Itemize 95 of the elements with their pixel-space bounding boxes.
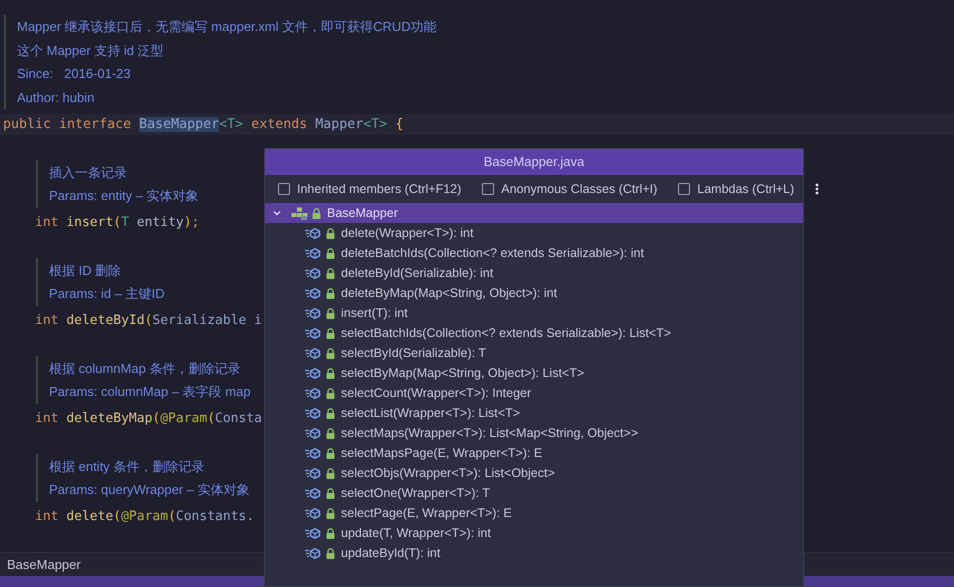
- tree-item[interactable]: selectList(Wrapper<T>): List<T>: [265, 403, 803, 423]
- method-signature: selectCount(Wrapper<T>): Integer: [341, 384, 532, 402]
- doc-text: Author: hubin: [17, 88, 96, 106]
- lock-icon: [326, 408, 335, 418]
- code-line: int delete(@Param(Constants.: [35, 508, 254, 526]
- tree-item[interactable]: selectBatchIds(Collection<? extends Serializable>): List<T>: [265, 323, 803, 343]
- class-name: BaseMapper: [327, 204, 398, 222]
- lock-icon: [326, 528, 335, 538]
- method-icon: [305, 288, 321, 298]
- method-signature: selectOne(Wrapper<T>): T: [341, 484, 490, 502]
- method-icon: [305, 448, 321, 458]
- lock-icon: [326, 328, 335, 338]
- class-icon: [291, 206, 308, 220]
- popup-title: BaseMapper.java: [265, 149, 803, 175]
- method-icon: [305, 308, 321, 318]
- doc-text: Params: columnMap – 表字段 map: [49, 383, 251, 401]
- tree-item[interactable]: selectByMap(Map<String, Object>): List<T>: [265, 363, 803, 383]
- doc-text: 插入一条记录: [49, 164, 127, 182]
- method-icon: [305, 548, 321, 558]
- doc-text: Params: id – 主键ID: [49, 285, 165, 303]
- method-signature: selectList(Wrapper<T>): List<T>: [341, 404, 520, 422]
- doc-label: Since:: [17, 65, 54, 83]
- lock-icon: [326, 288, 335, 298]
- doc-text: Params: entity – 实体对象: [49, 187, 199, 205]
- lock-icon: [326, 308, 335, 318]
- lock-icon: [326, 388, 335, 398]
- doc-text: Mapper 继承该接口后，无需编写 mapper.xml 文件，即可获得CRUD功能: [17, 18, 438, 36]
- method-signature: selectByMap(Map<String, Object>): List<T>: [341, 364, 584, 382]
- method-signature: delete(Wrapper<T>): int: [341, 224, 474, 242]
- more-icon[interactable]: [815, 183, 820, 195]
- tree-item[interactable]: selectOne(Wrapper<T>): T: [265, 483, 803, 503]
- code-line: int insert(T entity);: [35, 214, 200, 232]
- method-icon: [305, 248, 321, 258]
- method-icon: [305, 348, 321, 358]
- method-icon: [305, 368, 321, 378]
- lock-icon: [326, 428, 335, 438]
- method-icon: [305, 508, 321, 518]
- code-line: int deleteById(Serializable i: [35, 312, 262, 330]
- method-signature: selectMaps(Wrapper<T>): List<Map<String, Object>>: [341, 424, 638, 442]
- method-signature: update(T, Wrapper<T>): int: [341, 524, 491, 542]
- method-icon: [305, 488, 321, 498]
- lock-icon: [326, 248, 335, 258]
- tree-item[interactable]: deleteByMap(Map<String, Object>): int: [265, 283, 803, 303]
- method-signature: deleteById(Serializable): int: [341, 264, 494, 282]
- option-checkbox[interactable]: Inherited members (Ctrl+F12): [278, 180, 462, 198]
- method-icon: [305, 528, 321, 538]
- tree-item[interactable]: deleteById(Serializable): int: [265, 263, 803, 283]
- doc-text: Params: queryWrapper – 实体对象: [49, 481, 250, 499]
- method-signature: selectPage(E, Wrapper<T>): E: [341, 504, 512, 522]
- lock-icon: [326, 448, 335, 458]
- option-checkbox[interactable]: Anonymous Classes (Ctrl+I): [482, 180, 658, 198]
- doc-text: 根据 columnMap 条件，删除记录: [49, 360, 240, 378]
- method-icon: [305, 328, 321, 338]
- method-signature: updateById(T): int: [341, 544, 440, 562]
- method-signature: deleteBatchIds(Collection<? extends Serializable>): int: [341, 244, 644, 262]
- lock-icon: [326, 268, 335, 278]
- method-icon: [305, 388, 321, 398]
- tree-item[interactable]: selectMapsPage(E, Wrapper<T>): E: [265, 443, 803, 463]
- lock-icon: [326, 368, 335, 378]
- lock-icon: [326, 228, 335, 238]
- tree-root-row[interactable]: BaseMapper: [265, 203, 803, 223]
- method-icon: [305, 268, 321, 278]
- tree-item[interactable]: selectPage(E, Wrapper<T>): E: [265, 503, 803, 523]
- lock-icon: [326, 348, 335, 358]
- doc-text: 根据 ID 删除: [49, 262, 122, 280]
- method-icon: [305, 468, 321, 478]
- lock-icon: [326, 548, 335, 558]
- method-signature: selectMapsPage(E, Wrapper<T>): E: [341, 444, 542, 462]
- lock-icon: [326, 508, 335, 518]
- tree-item[interactable]: selectById(Serializable): T: [265, 343, 803, 363]
- method-signature: selectObjs(Wrapper<T>): List<Object>: [341, 464, 555, 482]
- doc-text: 这个 Mapper 支持 id 泛型: [17, 42, 165, 60]
- doc-value: 2016-01-23: [64, 65, 131, 83]
- tree-item[interactable]: insert(T): int: [265, 303, 803, 323]
- lock-icon: [326, 488, 335, 498]
- tree-item[interactable]: delete(Wrapper<T>): int: [265, 223, 803, 243]
- tree-item[interactable]: update(T, Wrapper<T>): int: [265, 523, 803, 543]
- method-icon: [305, 428, 321, 438]
- tree-item[interactable]: selectMaps(Wrapper<T>): List<Map<String, Object>>: [265, 423, 803, 443]
- lock-icon: [326, 468, 335, 478]
- method-signature: insert(T): int: [341, 304, 408, 322]
- tree-item[interactable]: deleteBatchIds(Collection<? extends Serializable>): int: [265, 243, 803, 263]
- lock-icon: [312, 208, 321, 218]
- tree-item[interactable]: selectCount(Wrapper<T>): Integer: [265, 383, 803, 403]
- method-icon: [305, 408, 321, 418]
- option-checkbox[interactable]: Lambdas (Ctrl+L): [678, 180, 794, 198]
- doc-text: 根据 entity 条件，删除记录: [49, 458, 204, 476]
- method-signature: selectById(Serializable): T: [341, 344, 486, 362]
- method-signature: deleteByMap(Map<String, Object>): int: [341, 284, 558, 302]
- method-icon: [305, 228, 321, 238]
- tree-item[interactable]: selectObjs(Wrapper<T>): List<Object>: [265, 463, 803, 483]
- code-line: int deleteByMap(@Param(Consta: [35, 410, 262, 428]
- breadcrumb[interactable]: BaseMapper: [7, 554, 81, 574]
- tree-item[interactable]: updateById(T): int: [265, 543, 803, 563]
- method-signature: selectBatchIds(Collection<? extends Serializable>): List<T>: [341, 324, 672, 342]
